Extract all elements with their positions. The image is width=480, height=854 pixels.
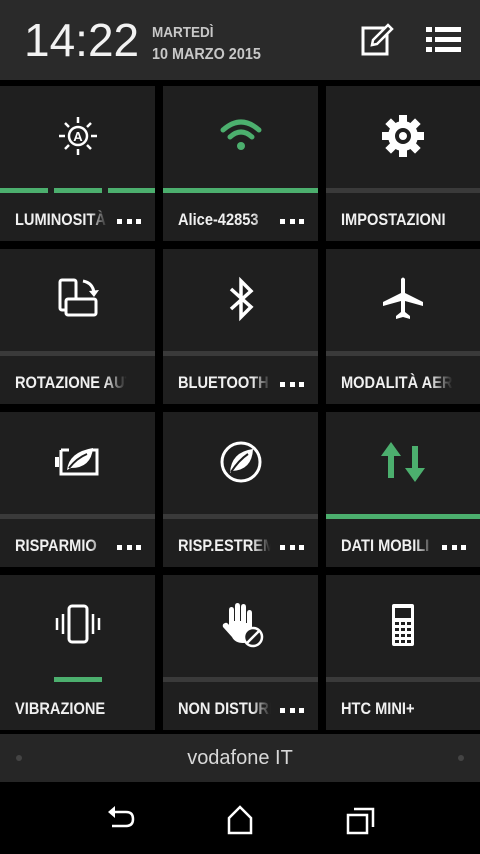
wifi-status-bar — [163, 188, 318, 193]
tile-label: BLUETOOTH — [178, 373, 269, 392]
tile-vibration[interactable]: VIBRAZIONE — [0, 575, 155, 730]
settings-status-bar — [326, 188, 480, 193]
leaf-circle-icon — [220, 441, 261, 483]
power-saver-status-bar — [0, 514, 155, 519]
back-icon — [108, 806, 135, 828]
more-options-button[interactable] — [280, 219, 304, 224]
tile-settings[interactable]: IMPOSTAZIONI — [326, 86, 480, 241]
status-header: 14:22 MARTEDÌ 10 MARZO 2015 — [0, 0, 480, 80]
extreme-saver-status-bar — [163, 514, 318, 519]
tile-mobile-data[interactable]: DATI MOBILI — [326, 412, 480, 567]
recent-apps-icon — [346, 807, 375, 835]
tile-wifi[interactable]: Alice-42853 — [163, 86, 318, 241]
tile-bluetooth[interactable]: BLUETOOTH — [163, 249, 318, 404]
tile-label: HTC MINI+ — [341, 699, 415, 718]
recent-apps-button[interactable] — [340, 800, 380, 840]
quick-settings-grid: A LUMINOSITÀ Alice-42853 IMPOSTAZIONI RO… — [0, 86, 480, 732]
brightness-level-3 — [108, 188, 155, 193]
list-icon — [426, 27, 461, 52]
svg-text:A: A — [73, 129, 83, 144]
vibrate-icon — [55, 604, 100, 644]
battery-leaf-icon — [54, 448, 98, 476]
tile-label: ROTAZIONE AUTO — [15, 373, 127, 392]
tile-do-not-disturb[interactable]: NON DISTURBARE — [163, 575, 318, 730]
more-options-button[interactable] — [280, 708, 304, 713]
more-options-button[interactable] — [117, 545, 141, 550]
tile-brightness[interactable]: A LUMINOSITÀ — [0, 86, 155, 241]
carrier-name: vodafone IT — [187, 747, 293, 769]
airplane-icon — [383, 277, 423, 319]
htc-mini-status-bar — [326, 677, 480, 682]
clock: 14:22 — [24, 14, 140, 66]
tile-label: VIBRAZIONE — [15, 699, 106, 718]
tile-auto-rotate[interactable]: ROTAZIONE AUTO — [0, 249, 155, 404]
gear-icon — [382, 115, 424, 157]
back-button[interactable] — [100, 800, 140, 840]
brightness-level-2 — [54, 188, 102, 193]
brightness-auto-icon: A — [58, 117, 97, 155]
do-not-disturb-icon — [222, 603, 263, 648]
rotation-icon — [58, 278, 99, 317]
tile-htc-mini[interactable]: HTC MINI+ — [326, 575, 480, 730]
date: 10 MARZO 2015 — [152, 46, 261, 63]
tile-label: NON DISTURBARE — [178, 699, 271, 718]
vibration-indicator — [54, 677, 102, 682]
tile-label: MODALITÀ AEREO — [341, 373, 453, 392]
rotation-status-bar — [0, 351, 155, 356]
menu-list-button[interactable] — [424, 20, 464, 60]
tile-label: Alice-42853 — [178, 210, 259, 229]
home-button[interactable] — [220, 800, 260, 840]
tile-extreme-power-saver[interactable]: RISP.ESTREMO — [163, 412, 318, 567]
dnd-status-bar — [163, 677, 318, 682]
edit-button[interactable] — [358, 20, 398, 60]
airplane-status-bar — [326, 351, 480, 356]
more-options-button[interactable] — [442, 545, 466, 550]
more-options-button[interactable] — [280, 382, 304, 387]
day-of-week: MARTEDÌ — [152, 24, 214, 41]
data-arrows-icon — [381, 442, 425, 482]
tile-airplane-mode[interactable]: MODALITÀ AEREO — [326, 249, 480, 404]
tile-label: RISPARMIO — [15, 536, 97, 555]
navigation-bar — [0, 782, 480, 854]
tile-label: DATI MOBILI — [341, 536, 430, 555]
tile-label: IMPOSTAZIONI — [341, 210, 446, 229]
bluetooth-status-bar — [163, 351, 318, 356]
tile-label: RISP.ESTREMO — [178, 536, 271, 555]
more-options-button[interactable] — [117, 219, 141, 224]
tile-power-saver[interactable]: RISPARMIO — [0, 412, 155, 567]
carrier-bar: vodafone IT — [0, 734, 480, 782]
mobile-data-status-bar — [326, 514, 480, 519]
home-icon — [227, 805, 253, 835]
wifi-icon — [220, 119, 261, 150]
tile-label: LUMINOSITÀ — [15, 210, 106, 229]
more-options-button[interactable] — [280, 545, 304, 550]
brightness-level-1 — [0, 188, 48, 193]
bluetooth-icon — [229, 276, 254, 322]
htc-mini-icon — [392, 604, 414, 646]
edit-icon — [361, 23, 394, 56]
right-dot — [458, 755, 464, 761]
